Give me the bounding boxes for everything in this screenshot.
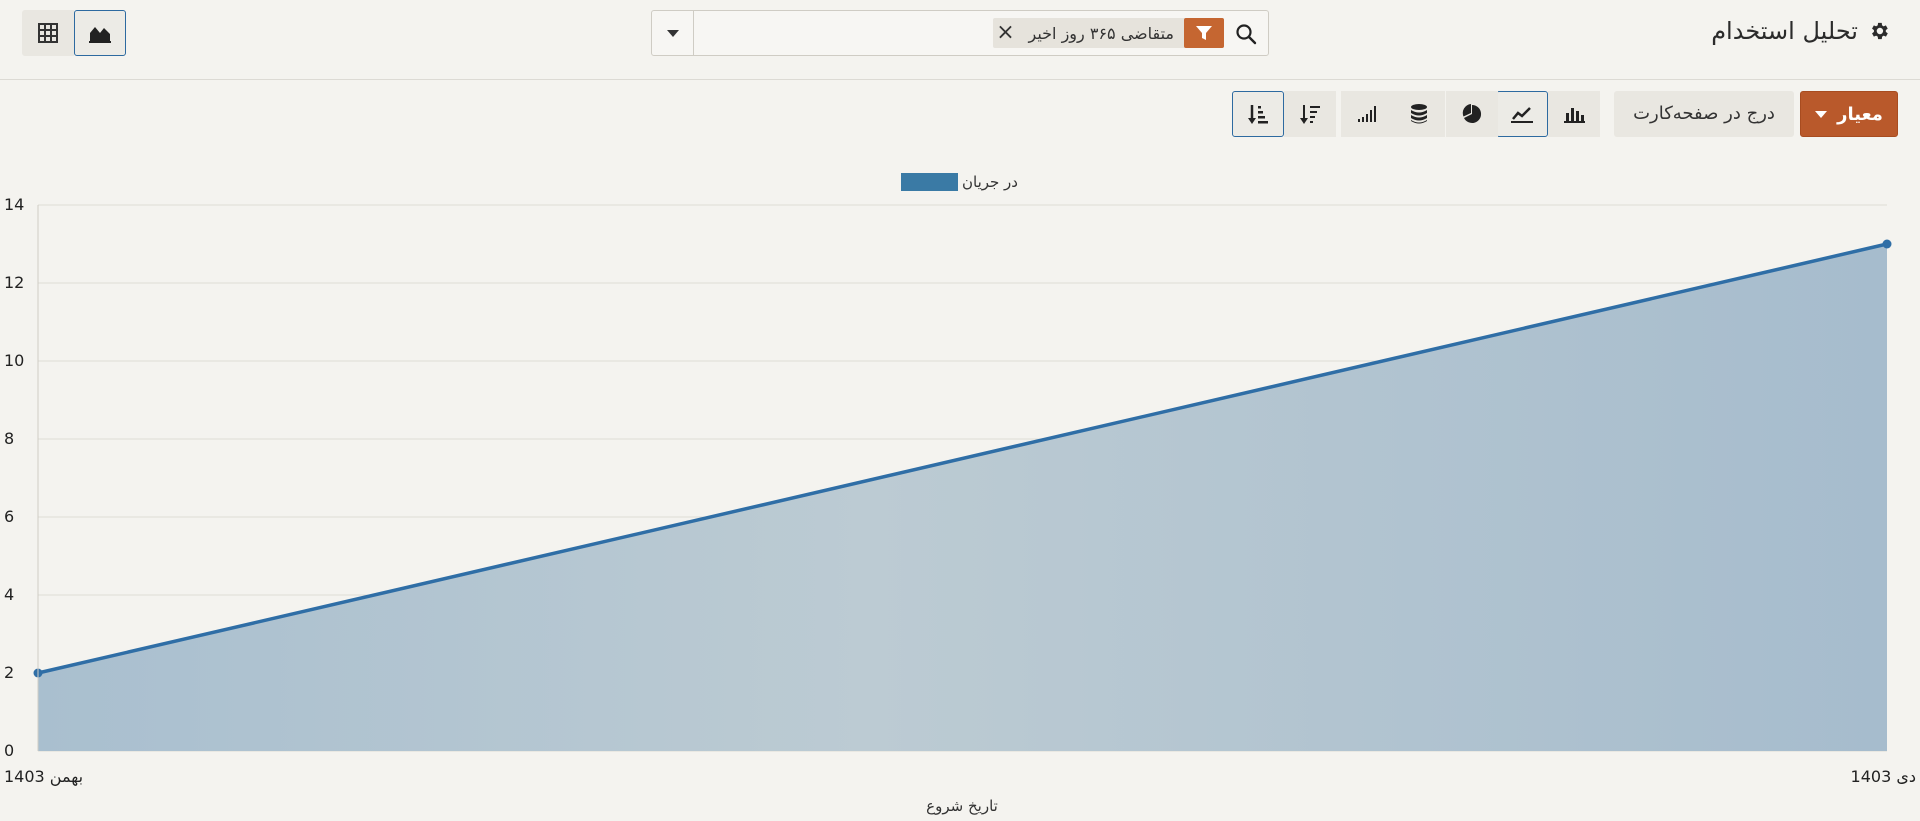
search-icon[interactable]	[1234, 22, 1258, 46]
y-tick-label: 8	[4, 429, 14, 448]
line-chart-button[interactable]	[1496, 91, 1548, 137]
gear-icon[interactable]	[1868, 20, 1890, 42]
x-axis: بهمن 1403 دی 1403	[4, 767, 1916, 787]
y-tick-label: 14	[4, 195, 24, 214]
chart-options-group	[1341, 91, 1445, 137]
cumulative-toggle-button[interactable]	[1341, 91, 1393, 137]
x-tick-label: بهمن 1403	[4, 767, 83, 787]
legend-label: در جریان	[962, 173, 1018, 191]
sort-descending-button[interactable]	[1284, 91, 1336, 137]
database-icon	[1411, 104, 1427, 124]
measure-button[interactable]: معیار	[1800, 91, 1898, 137]
y-tick-label: 10	[4, 351, 24, 370]
caret-down-icon	[666, 29, 679, 37]
ascending-bars-icon	[1358, 106, 1376, 122]
list-view-button[interactable]	[22, 10, 74, 56]
pie-chart-group	[1446, 91, 1498, 137]
legend[interactable]: در جریان	[901, 173, 1018, 191]
y-tick-label: 0	[4, 741, 14, 760]
bar-chart-icon	[1564, 108, 1585, 123]
sort-group	[1232, 91, 1336, 137]
search-options-toggle[interactable]	[652, 11, 694, 55]
area-chart-icon	[89, 27, 111, 43]
line-chart-icon	[1511, 107, 1533, 123]
table-icon	[38, 23, 58, 43]
bar-chart-button[interactable]	[1548, 91, 1600, 137]
y-tick-label: 12	[4, 273, 24, 292]
sort-descending-icon	[1300, 105, 1320, 124]
y-tick-label: 6	[4, 507, 14, 526]
chart-type-group	[1496, 91, 1600, 137]
pie-chart-icon	[1462, 104, 1482, 123]
facet-label: متقاضی ۳۶۵ روز اخیر	[1028, 23, 1175, 43]
x-tick-label: دی 1403	[1851, 767, 1916, 786]
y-axis: 0 2 4 6 8 10 12 14	[4, 195, 24, 760]
area-chart: 0 2 4 6 8 10 12 14 بهمن 1403 دی 1403 در جریان تا…	[4, 173, 1916, 815]
x-axis-title: تاریخ شروع	[926, 797, 998, 815]
graph-view-button[interactable]	[74, 10, 126, 56]
control-panel: تحلیل استخدام جستجو متقاضی ۳۶۵ روز اخیر …	[0, 0, 1920, 80]
filter-icon	[1184, 18, 1224, 48]
y-tick-label: 4	[4, 585, 14, 604]
close-icon[interactable]: ×	[993, 18, 1019, 48]
y-tick-label: 2	[4, 663, 14, 682]
page-title: تحلیل استخدام	[1711, 17, 1858, 45]
caret-down-icon	[1815, 110, 1828, 118]
pie-chart-button[interactable]	[1446, 91, 1498, 137]
data-point[interactable]	[1882, 239, 1892, 249]
view-switcher	[22, 10, 126, 56]
insert-in-spreadsheet-button[interactable]: درج در صفحه‌کارت	[1614, 91, 1794, 137]
legend-swatch	[901, 173, 958, 191]
sort-ascending-icon	[1248, 105, 1268, 124]
search-bar: متقاضی ۳۶۵ روز اخیر ×	[651, 10, 1269, 56]
measure-label: معیار	[1837, 103, 1883, 125]
stacked-toggle-button[interactable]	[1393, 91, 1445, 137]
sort-ascending-button[interactable]	[1232, 91, 1284, 137]
series-area	[38, 244, 1887, 751]
search-facet: متقاضی ۳۶۵ روز اخیر ×	[992, 18, 1224, 48]
